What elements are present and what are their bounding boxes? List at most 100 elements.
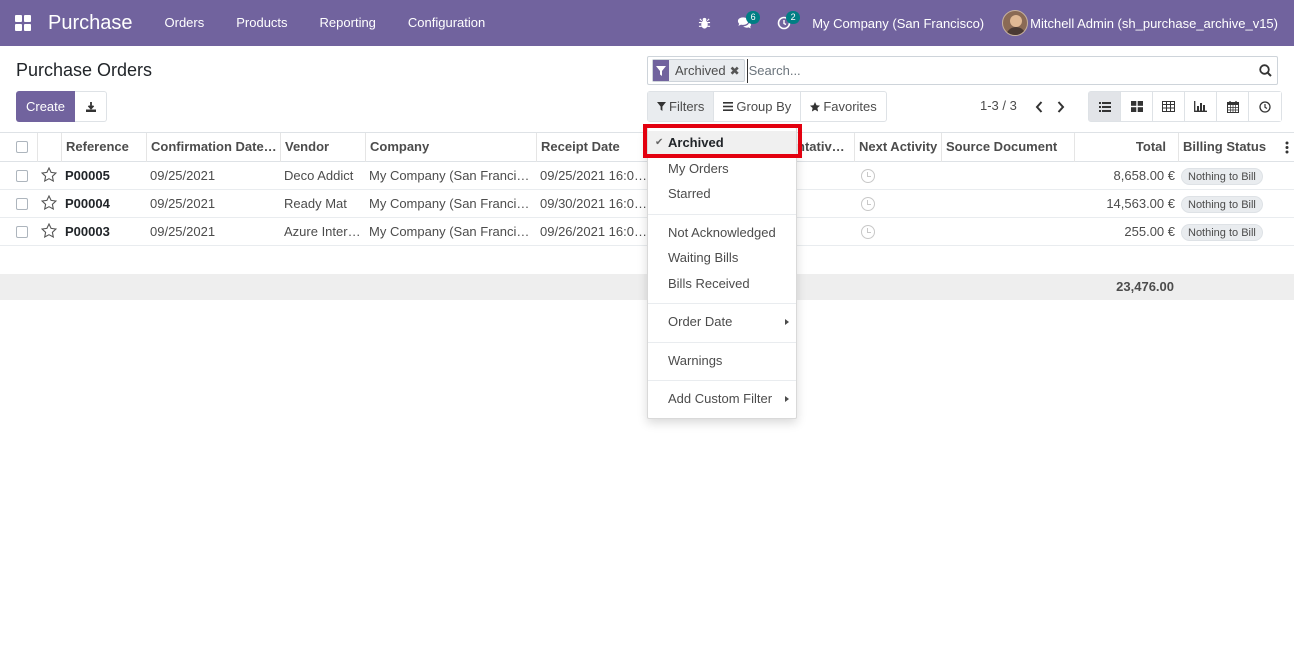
row-checkbox[interactable]	[16, 170, 28, 182]
column-header-vendor[interactable]: Vendor	[280, 133, 366, 162]
caret-right-icon	[785, 396, 789, 402]
divider	[648, 342, 796, 343]
company-cell: My Company (San Franci…	[369, 224, 530, 239]
app-brand[interactable]: Purchase	[48, 12, 133, 35]
filter-option-warnings[interactable]: Warnings	[648, 349, 796, 373]
total-cell: 14,563.00 €	[1106, 196, 1175, 211]
filter-option-waiting-bills[interactable]: Waiting Bills	[648, 246, 796, 270]
user-menu[interactable]: Mitchell Admin (sh_purchase_archive_v15)	[1002, 10, 1294, 36]
filter-option-label: Order Date	[668, 314, 733, 329]
select-all-checkbox[interactable]	[16, 141, 28, 153]
download-button[interactable]	[75, 91, 107, 122]
receipt-date-cell: 09/25/2021 16:08:1	[540, 168, 648, 183]
menu-reporting[interactable]: Reporting	[304, 0, 392, 46]
billing-status-badge: Nothing to Bill	[1181, 196, 1263, 213]
filters-dropdown: ✔ Archived My Orders Starred Not Acknowl…	[647, 127, 797, 419]
confirmation-date-cell: 09/25/2021	[150, 168, 216, 183]
search-icon[interactable]	[1253, 64, 1277, 77]
bars-icon	[723, 102, 734, 111]
user-name: Mitchell Admin (sh_purchase_archive_v15)	[1030, 15, 1278, 31]
activity-clock-icon[interactable]	[861, 197, 875, 211]
column-header-billing-status[interactable]: Billing Status	[1178, 133, 1294, 162]
filters-label: Filters	[669, 99, 705, 114]
column-header-confirmation-date[interactable]: Confirmation Date…	[146, 133, 281, 162]
receipt-date-cell: 09/26/2021 16:08:1	[540, 224, 648, 239]
pager-next-button[interactable]	[1050, 91, 1072, 122]
optional-columns-icon[interactable]	[1285, 141, 1289, 157]
row-checkbox[interactable]	[16, 198, 28, 210]
add-custom-filter[interactable]: Add Custom Filter	[648, 387, 796, 411]
filter-icon	[657, 102, 666, 111]
caret-right-icon	[785, 319, 789, 325]
pager-previous-button[interactable]	[1028, 91, 1050, 122]
chevron-left-icon	[1035, 100, 1043, 113]
activity-view-button[interactable]	[1249, 92, 1281, 121]
user-avatar	[1002, 10, 1029, 36]
filter-option-not-acknowledged[interactable]: Not Acknowledged	[648, 221, 796, 245]
total-cell: 8,658.00 €	[1113, 168, 1175, 183]
calendar-icon	[1226, 100, 1239, 113]
calendar-view-button[interactable]	[1217, 92, 1249, 121]
reference-cell: P00005	[65, 168, 110, 183]
kanban-view-button[interactable]	[1121, 92, 1153, 121]
total-cell: 255.00 €	[1124, 224, 1175, 239]
filters-button[interactable]: Filters	[648, 92, 715, 121]
activities-clock-icon[interactable]: 2	[764, 0, 804, 46]
divider	[648, 303, 796, 304]
facet-remove-icon[interactable]: ✖	[730, 64, 744, 78]
page-title: Purchase Orders	[16, 60, 153, 80]
row-checkbox[interactable]	[16, 226, 28, 238]
pivot-view-button[interactable]	[1153, 92, 1185, 121]
kanban-icon	[1130, 101, 1143, 112]
messages-badge: 6	[746, 11, 761, 24]
search-options: Filters Group By Favorites	[647, 91, 887, 122]
menu-orders[interactable]: Orders	[149, 0, 221, 46]
filter-option-bills-received[interactable]: Bills Received	[648, 272, 796, 296]
menu-products[interactable]: Products	[220, 0, 303, 46]
pager-value[interactable]: 1-3 / 3	[980, 98, 1017, 113]
billing-status-badge: Nothing to Bill	[1181, 224, 1263, 241]
list-view-button[interactable]	[1089, 92, 1121, 121]
favorites-button[interactable]: Favorites	[801, 92, 885, 121]
grand-total: 23,476.00	[1116, 279, 1174, 294]
column-header-reference[interactable]: Reference	[61, 133, 147, 162]
star-icon[interactable]	[40, 222, 58, 241]
vendor-cell: Deco Addict	[284, 168, 354, 183]
chevron-right-icon	[1057, 100, 1065, 113]
column-header-next-activity[interactable]: Next Activity	[854, 133, 942, 162]
download-icon	[85, 101, 96, 112]
clock-icon	[1259, 100, 1271, 113]
group-by-button[interactable]: Group By	[714, 92, 802, 121]
favorites-label: Favorites	[823, 99, 877, 114]
graph-view-button[interactable]	[1185, 92, 1217, 121]
star-icon[interactable]	[40, 166, 58, 185]
column-header-representative[interactable]: ntativ…	[794, 133, 855, 162]
apps-menu-icon[interactable]	[0, 0, 46, 46]
messages-icon[interactable]: 6	[724, 0, 764, 46]
confirmation-date-cell: 09/25/2021	[150, 224, 216, 239]
company-switcher[interactable]: My Company (San Francisco)	[804, 16, 1002, 31]
divider	[648, 380, 796, 381]
activity-clock-icon[interactable]	[861, 169, 875, 183]
debug-bug-icon[interactable]	[684, 0, 724, 46]
activity-clock-icon[interactable]	[861, 225, 875, 239]
column-header-source-document[interactable]: Source Document	[941, 133, 1075, 162]
column-header-receipt-date[interactable]: Receipt Date	[536, 133, 648, 162]
view-switcher	[1088, 91, 1282, 122]
star-icon[interactable]	[40, 194, 58, 213]
column-header-total[interactable]: Total	[1074, 133, 1179, 162]
company-cell: My Company (San Franci…	[369, 168, 530, 183]
filter-option-my-orders[interactable]: My Orders	[648, 157, 796, 181]
menu-configuration[interactable]: Configuration	[392, 0, 501, 46]
table-icon	[1162, 101, 1175, 112]
create-button[interactable]: Create	[16, 91, 75, 122]
receipt-date-cell: 09/30/2021 16:08:1	[540, 196, 648, 211]
confirmation-date-cell: 09/25/2021	[150, 196, 216, 211]
column-header-company[interactable]: Company	[365, 133, 537, 162]
company-cell: My Company (San Franci…	[369, 196, 530, 211]
filter-option-order-date[interactable]: Order Date	[648, 310, 796, 334]
search-input[interactable]	[746, 58, 1253, 83]
list-icon	[1098, 101, 1111, 112]
search-bar: Archived ✖	[647, 56, 1278, 85]
filter-option-starred[interactable]: Starred	[648, 182, 796, 206]
